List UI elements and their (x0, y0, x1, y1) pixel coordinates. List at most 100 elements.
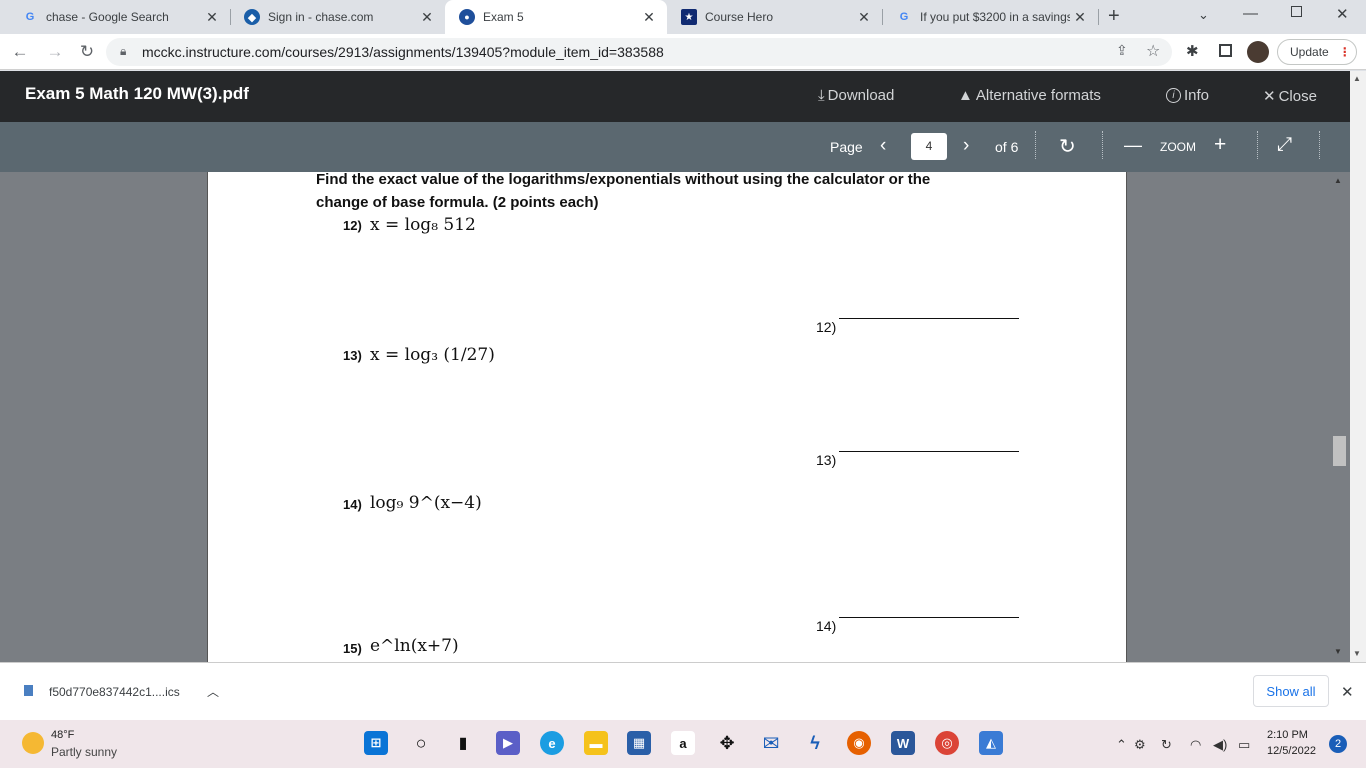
notification-badge[interactable]: 2 (1329, 735, 1347, 753)
minimize-icon[interactable]: — (1243, 5, 1258, 22)
tab-course-hero[interactable]: ★ Course Hero ✕ (667, 0, 882, 34)
zoom-label: ZOOM (1160, 140, 1196, 154)
bookmark-star-icon[interactable]: ☆ (1146, 41, 1160, 61)
close-tab-icon[interactable]: ✕ (202, 9, 222, 26)
teams-chat-icon[interactable]: ▶ (496, 731, 520, 755)
chevron-up-icon[interactable]: ︿ (207, 683, 219, 700)
scroll-up-icon[interactable]: ▲ (1353, 74, 1361, 83)
weather-desc: Partly sunny (51, 745, 118, 759)
google-icon: G (899, 11, 909, 23)
page-number-input[interactable]: 4 (911, 133, 947, 160)
share-icon[interactable]: ⇪ (1116, 42, 1128, 59)
reload-icon[interactable]: ↻ (75, 40, 99, 64)
clock-date[interactable]: 12/5/2022 (1267, 745, 1316, 757)
weather-temp: 48°F (51, 729, 75, 741)
amazon-icon[interactable]: a (671, 731, 695, 755)
wifi-icon[interactable]: ◠ (1190, 737, 1201, 753)
tab-strip: G chase - Google Search ✕ ◆ Sign in - ch… (0, 0, 1366, 34)
extensions-icon[interactable]: ✱ (1186, 42, 1199, 60)
alternative-formats-button[interactable]: ▲ Alternative formats (958, 87, 1101, 104)
zoom-in-icon[interactable]: + (1214, 133, 1226, 157)
download-filename[interactable]: f50d770e837442c1....ics (49, 685, 180, 699)
new-tab-icon[interactable]: + (1108, 5, 1120, 28)
close-download-bar-icon[interactable]: ✕ (1341, 683, 1354, 701)
fullscreen-icon[interactable]: ⤢ (1277, 134, 1292, 156)
forward-icon[interactable]: → (43, 40, 67, 64)
page-scrollbar[interactable]: ▲ ▼ (1350, 71, 1366, 662)
show-all-button[interactable]: Show all (1253, 675, 1329, 707)
tab-title: Course Hero (705, 10, 774, 24)
battery-icon[interactable]: ▭ (1238, 737, 1250, 753)
weather-icon[interactable] (22, 732, 44, 754)
dropbox-icon[interactable]: ✥ (715, 731, 739, 755)
download-bar: f50d770e837442c1....ics ︿ ✕ (0, 662, 1366, 720)
tab-chase-search[interactable]: G chase - Google Search ✕ (8, 0, 230, 34)
tray-overflow-icon[interactable]: ⌃ (1116, 737, 1127, 753)
close-viewer-button[interactable]: ✕ Close (1263, 87, 1317, 106)
download-button[interactable]: ⤓ Download (818, 87, 894, 104)
doc-scroll-up-icon[interactable]: ▲ (1334, 176, 1342, 185)
instruction-text: change of base formula. (2 points each) (316, 194, 599, 211)
back-icon[interactable]: ← (8, 40, 32, 64)
answer-line[interactable] (839, 617, 1019, 618)
update-label: Update (1290, 45, 1329, 59)
answer-line[interactable] (839, 318, 1019, 319)
mail-icon[interactable]: ✉ (759, 731, 783, 755)
power-automate-icon[interactable]: ϟ (803, 731, 827, 755)
edge-icon[interactable]: e (540, 731, 564, 755)
menu-dots-icon: ⋮ (1338, 45, 1351, 59)
info-button[interactable]: i Info (1166, 87, 1209, 104)
close-tab-icon[interactable]: ✕ (1070, 9, 1090, 26)
tray-sync-icon[interactable]: ↻ (1161, 737, 1172, 753)
search-icon[interactable]: ○ (409, 731, 433, 755)
google-icon: G (25, 11, 35, 23)
scrollbar-thumb[interactable] (1333, 436, 1346, 466)
scroll-down-icon[interactable]: ▼ (1353, 649, 1361, 658)
page-label: Page (830, 139, 863, 155)
tab-exam5[interactable]: ● Exam 5 ✕ (445, 0, 667, 34)
tab-search-icon[interactable]: ⌄ (1198, 7, 1209, 23)
profile-avatar[interactable] (1247, 41, 1269, 63)
toolbar-divider (1035, 131, 1036, 159)
tab-title: Sign in - chase.com (268, 10, 374, 24)
photos-icon[interactable]: ◭ (979, 731, 1003, 755)
answer-label: 12) (816, 319, 837, 335)
document-title: Exam 5 Math 120 MW(3).pdf (25, 84, 249, 103)
address-bar[interactable]: 🔒︎ mcckc.instructure.com/courses/2913/as… (106, 38, 1172, 66)
browser-toolbar: ← → ↻ 🔒︎ mcckc.instructure.com/courses/2… (0, 34, 1366, 70)
question-number: 14) (343, 497, 362, 512)
task-view-icon[interactable]: ▮ (451, 731, 475, 755)
toolbar-divider (1319, 131, 1320, 159)
prev-page-icon[interactable]: ‹ (880, 135, 886, 157)
tray-app-icon[interactable]: ⚙ (1134, 737, 1146, 753)
instruction-text: Find the exact value of the logarithms/e… (316, 172, 931, 188)
canvas-icon: ● (459, 9, 475, 25)
close-tab-icon[interactable]: ✕ (854, 9, 874, 26)
close-tab-icon[interactable]: ✕ (417, 9, 437, 26)
close-window-icon[interactable]: ✕ (1336, 5, 1349, 23)
close-icon: ✕ (1263, 88, 1276, 105)
word-icon[interactable]: W (891, 731, 915, 755)
answer-line[interactable] (839, 451, 1019, 452)
info-icon: i (1166, 88, 1181, 103)
restore-icon[interactable] (1291, 6, 1302, 17)
volume-icon[interactable]: ◀) (1213, 737, 1227, 753)
tab-chase-signin[interactable]: ◆ Sign in - chase.com ✕ (230, 0, 445, 34)
windows-start-icon[interactable]: ⊞ (364, 731, 388, 755)
close-tab-icon[interactable]: ✕ (639, 9, 659, 26)
file-explorer-icon[interactable]: ▬ (584, 731, 608, 755)
chrome-icon[interactable]: ◎ (935, 731, 959, 755)
alt-formats-icon: ▲ (958, 87, 973, 104)
side-panel-icon[interactable] (1219, 44, 1232, 57)
zoom-out-icon[interactable]: — (1124, 135, 1142, 156)
store-icon[interactable]: ▦ (627, 731, 651, 755)
next-page-icon[interactable]: › (963, 135, 969, 157)
tab-savings-search[interactable]: G If you put $3200 in a savings ✕ (882, 0, 1098, 34)
update-button[interactable]: Update ⋮ (1277, 39, 1357, 65)
clock-time[interactable]: 2:10 PM (1267, 729, 1308, 741)
rotate-icon[interactable]: ↻ (1059, 134, 1076, 159)
question-number: 13) (343, 348, 362, 363)
firefox-icon[interactable]: ◉ (847, 731, 871, 755)
close-label: Close (1278, 87, 1317, 105)
doc-scroll-down-icon[interactable]: ▼ (1334, 647, 1342, 656)
